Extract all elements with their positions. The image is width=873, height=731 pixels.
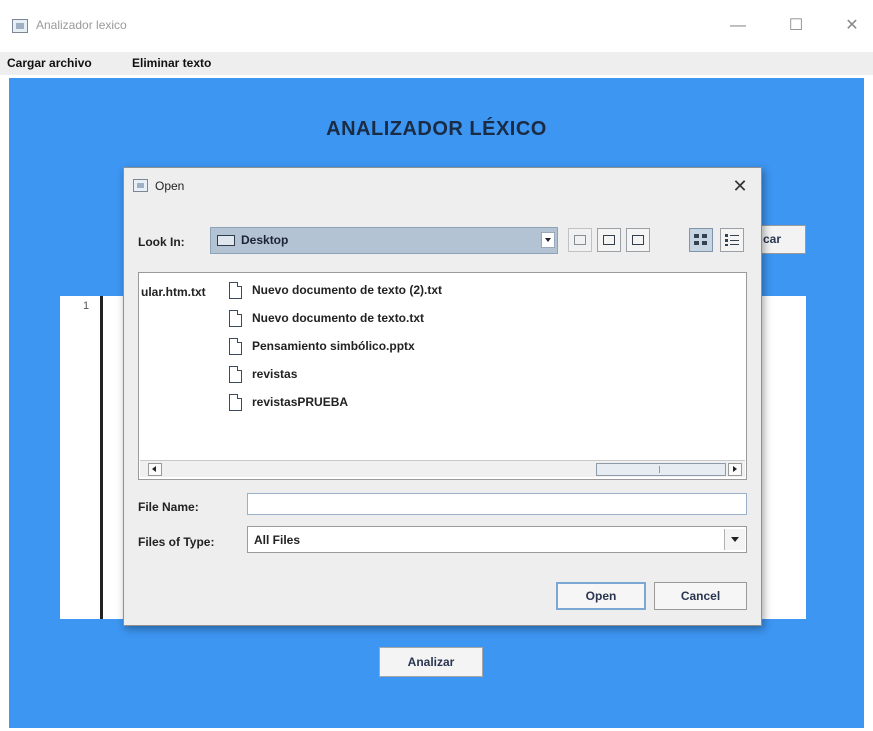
line-number: 1 [83, 300, 90, 312]
file-icon [229, 282, 242, 299]
line-number-gutter-divider [100, 296, 103, 619]
file-name: Nuevo documento de texto.txt [252, 311, 425, 325]
app-icon [12, 19, 28, 33]
file-name-label: File Name: [138, 500, 199, 514]
dialog-close-icon[interactable]: ✕ [728, 174, 752, 198]
home-icon[interactable] [597, 228, 621, 252]
menu-cargar-archivo[interactable]: Cargar archivo [7, 56, 92, 70]
file-name: revistasPRUEBA [252, 395, 349, 409]
menu-bar [0, 52, 873, 75]
file-list[interactable]: ular.htm.txt Nuevo documento de texto (2… [138, 272, 747, 480]
up-folder-icon[interactable] [568, 228, 592, 252]
analyze-button[interactable]: Analizar [379, 647, 483, 677]
open-button[interactable]: Open [556, 582, 646, 610]
open-dialog: Open ✕ Look In: Desktop ular.htm.txt Nue… [123, 167, 762, 626]
menu-eliminar-texto[interactable]: Eliminar texto [132, 56, 211, 70]
scroll-right-icon[interactable] [728, 463, 742, 476]
files-of-type-label: Files of Type: [138, 535, 215, 549]
folder-icon [217, 235, 235, 246]
maximize-button[interactable]: ☐ [776, 12, 816, 40]
dialog-title: Open [155, 179, 185, 193]
files-of-type-combobox[interactable]: All Files [247, 526, 747, 553]
file-icon [229, 338, 242, 355]
file-icon [229, 394, 242, 411]
minimize-button[interactable]: — [718, 12, 758, 40]
list-item[interactable]: ular.htm.txt [141, 285, 206, 299]
file-name: Nuevo documento de texto (2).txt [252, 283, 443, 297]
page-title: ANALIZADOR LÉXICO [326, 118, 547, 140]
file-icon [229, 310, 242, 327]
list-view-icon[interactable] [689, 228, 713, 252]
files-of-type-value: All Files [254, 533, 301, 547]
cancel-button[interactable]: Cancel [654, 582, 747, 610]
partially-hidden-button-label: car [763, 232, 782, 246]
window-title: Analizador lexico [36, 18, 127, 32]
chevron-down-icon[interactable] [541, 232, 555, 248]
look-in-value: Desktop [241, 233, 289, 247]
file-name-input[interactable] [247, 493, 747, 515]
file-name: Pensamiento simbólico.pptx [252, 339, 415, 353]
look-in-label: Look In: [138, 235, 185, 249]
file-icon [229, 366, 242, 383]
details-view-icon[interactable] [720, 228, 744, 252]
horizontal-scrollbar[interactable] [140, 460, 745, 477]
look-in-combobox[interactable]: Desktop [210, 227, 558, 254]
close-button[interactable]: ✕ [832, 12, 872, 40]
scrollbar-thumb[interactable] [596, 463, 726, 476]
file-name: revistas [252, 367, 298, 381]
chevron-down-icon[interactable] [724, 529, 745, 550]
new-folder-icon[interactable] [626, 228, 650, 252]
scroll-left-icon[interactable] [148, 463, 162, 476]
dialog-app-icon [133, 179, 148, 192]
